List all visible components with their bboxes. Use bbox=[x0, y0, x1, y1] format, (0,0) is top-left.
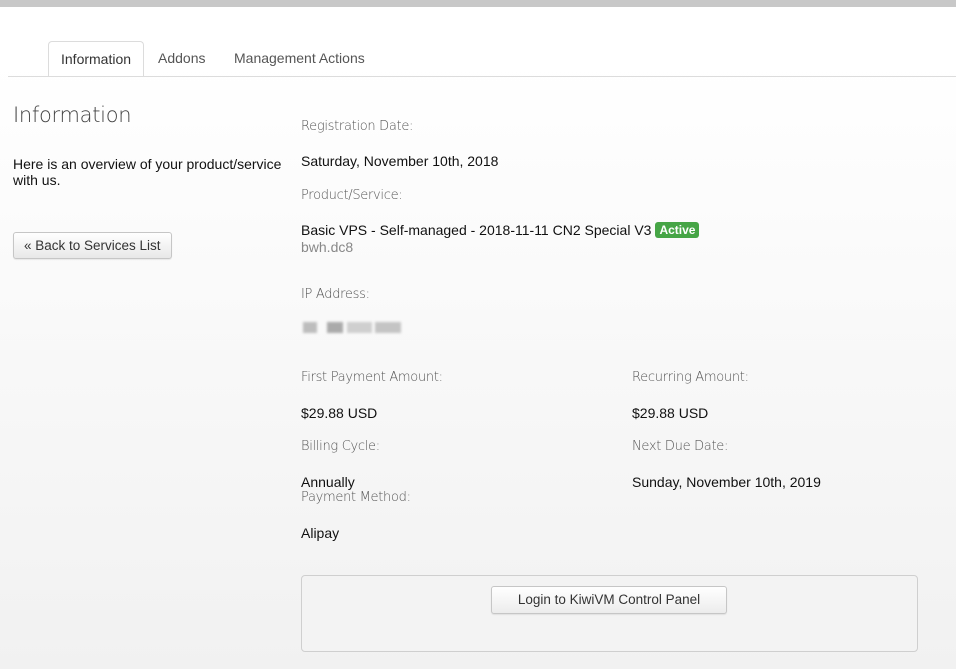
registration-date-value: Saturday, November 10th, 2018 bbox=[301, 153, 499, 169]
recurring-amount-label: Recurring Amount: bbox=[632, 370, 749, 385]
status-badge: Active bbox=[655, 222, 700, 238]
next-due-date-label: Next Due Date: bbox=[632, 439, 729, 454]
first-payment-label: First Payment Amount: bbox=[301, 370, 443, 385]
ip-address-label: IP Address: bbox=[301, 287, 370, 302]
login-kiwivm-button[interactable]: Login to KiwiVM Control Panel bbox=[491, 586, 727, 614]
recurring-amount-value: $29.88 USD bbox=[632, 405, 709, 421]
tab-information[interactable]: Information bbox=[48, 41, 145, 77]
next-due-date-value: Sunday, November 10th, 2019 bbox=[632, 474, 821, 490]
tab-addons[interactable]: Addons bbox=[146, 41, 217, 76]
tab-management-actions[interactable]: Management Actions bbox=[222, 41, 377, 76]
overview-text: Here is an overview of your product/serv… bbox=[13, 156, 282, 188]
product-service-label: Product/Service: bbox=[301, 188, 403, 203]
top-bar bbox=[0, 0, 956, 7]
payment-method-label: Payment Method: bbox=[301, 490, 411, 505]
billing-cycle-label: Billing Cycle: bbox=[301, 439, 380, 454]
product-service-row: Basic VPS - Self-managed - 2018-11-11 CN… bbox=[301, 222, 700, 238]
page-title: Information bbox=[13, 103, 132, 127]
billing-cycle-value: Annually bbox=[301, 474, 355, 490]
first-payment-value: $29.88 USD bbox=[301, 405, 378, 421]
tabs-divider bbox=[8, 76, 956, 77]
product-hostname: bwh.dc8 bbox=[301, 239, 354, 255]
ip-address-redacted bbox=[293, 320, 403, 336]
payment-method-value: Alipay bbox=[301, 525, 340, 541]
registration-date-label: Registration Date: bbox=[301, 119, 414, 134]
product-name: Basic VPS - Self-managed - 2018-11-11 CN… bbox=[301, 222, 652, 238]
back-to-services-button[interactable]: « Back to Services List bbox=[13, 232, 172, 259]
